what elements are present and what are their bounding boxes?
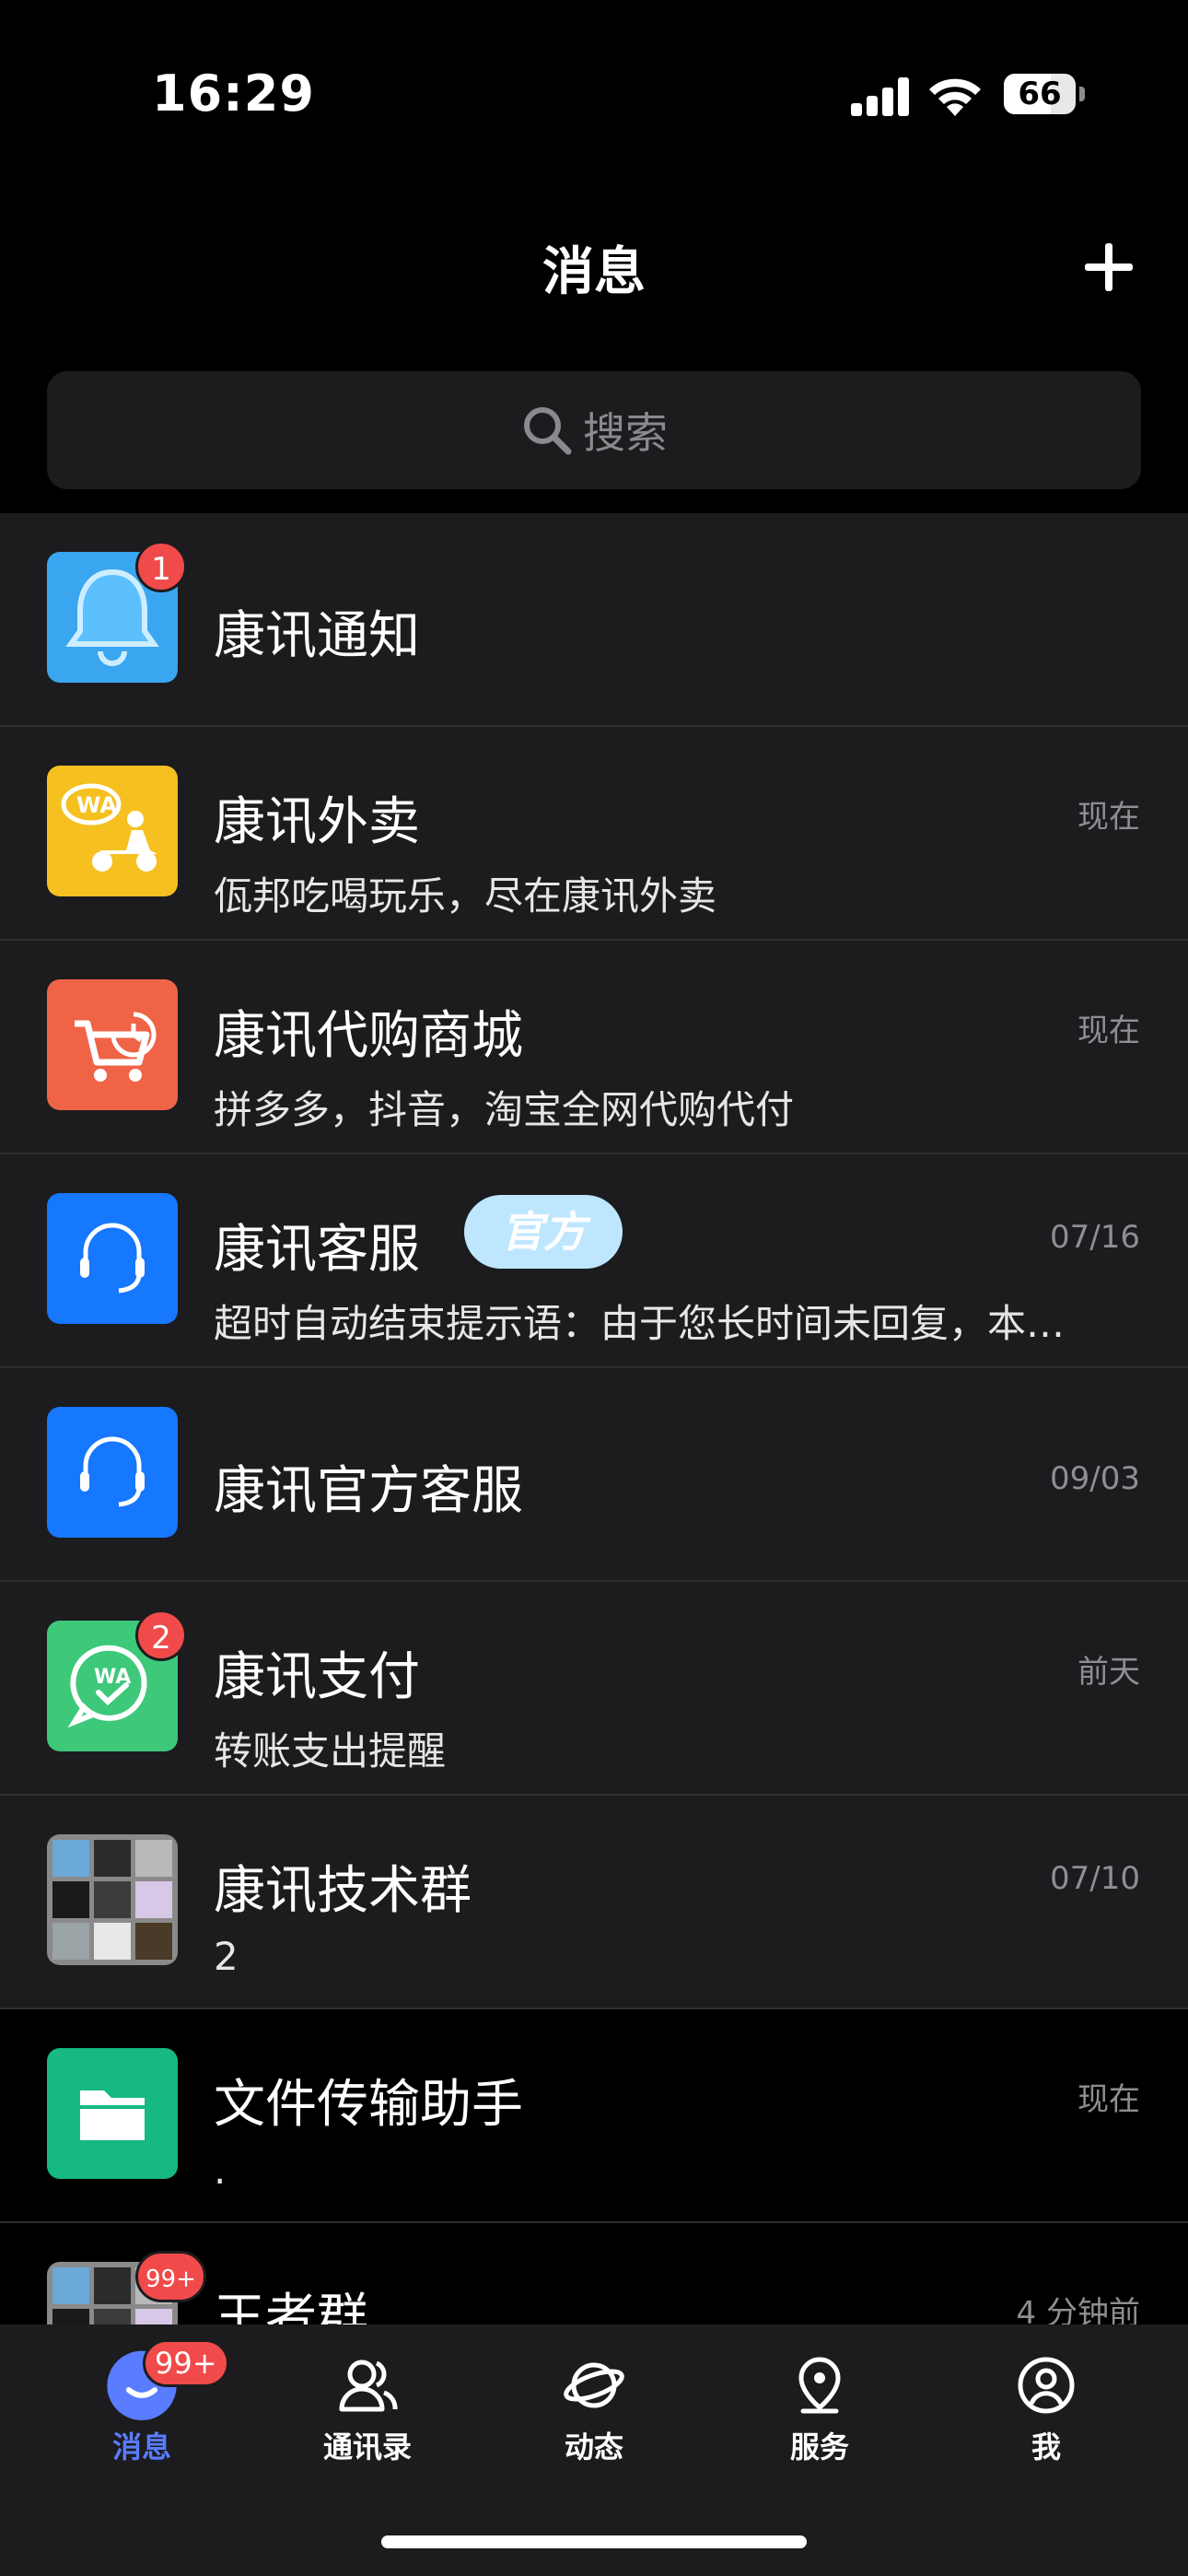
search-icon [524,407,572,455]
conversation-item[interactable]: 康讯技术群 2 07/10 [0,1796,1188,2009]
folder-icon [47,2048,178,2179]
tab-contacts[interactable]: 通讯录 [249,2324,486,2472]
bell-icon: 1 [47,541,187,683]
conversation-preview: 转账支出提醒 [214,1728,447,1774]
conversation-item[interactable]: 1 康讯通知 [0,513,1188,727]
conversation-item[interactable]: WA 2 康讯支付 转账支出提醒 前天 [0,1582,1188,1796]
home-indicator[interactable] [381,2535,807,2548]
conversation-preview: . [214,2148,227,2193]
official-tag-label: 官方 [501,1207,586,1257]
conversation-name: 康讯官方客服 [214,1461,523,1521]
conversation-name: 康讯通知 [214,606,420,666]
wifi-icon [929,78,981,116]
conversation-preview: 拼多多，抖音，淘宝全网代购代付 [214,1087,795,1132]
battery-level: 66 [1018,76,1062,112]
tab-label: 通讯录 [322,2430,412,2465]
tab-messages[interactable]: 99+ 消息 [23,2324,261,2472]
conversation-name: 康讯支付 [214,1647,420,1707]
svg-text:WA: WA [76,792,117,818]
conversation-name: 文件传输助手 [214,2075,523,2135]
conversation-preview: 佤邦吃喝玩乐，尽在康讯外卖 [214,873,717,919]
group-avatar-icon: 99+ [47,2251,206,2324]
conversation-item[interactable]: WA 康讯外卖 佤邦吃喝玩乐，尽在康讯外卖 现在 [0,727,1188,941]
conversation-item[interactable]: 康讯客服 官方 超时自动结束提示语：由于您长时间未回复，本… 07/16 [0,1154,1188,1368]
conversation-item[interactable]: 99+ 王者群 4 分钟前 [0,2223,1188,2324]
search-bar[interactable]: 搜索 [47,371,1141,489]
conversation-preview: 超时自动结束提示语：由于您长时间未回复，本… [214,1301,1066,1346]
conversation-name: 康讯技术群 [214,1861,472,1921]
headset-icon [47,1407,178,1538]
contacts-icon [339,2359,398,2412]
tab-moments[interactable]: 动态 [475,2324,713,2472]
cellular-signal-icon [851,77,910,116]
unread-badge: 1 [135,541,187,592]
shopping-cart-icon [47,979,178,1110]
conversation-time: 4 分钟前 [1016,2295,1140,2324]
conversation-time: 07/10 [1050,1860,1140,1897]
tab-services[interactable]: 服务 [701,2324,938,2472]
unread-badge: 2 [135,1610,187,1661]
conversation-item[interactable]: 文件传输助手 . 现在 [0,2009,1188,2223]
delivery-scooter-icon: WA [47,766,178,896]
status-time: 16:29 [152,64,315,123]
payment-check-icon: WA 2 [47,1610,187,1751]
profile-icon [1018,2357,1075,2414]
conversation-list[interactable]: 1 康讯通知 WA 康讯外卖 佤邦吃喝玩乐，尽在康讯外卖 现在 康讯代购商城 拼… [0,513,1188,2324]
planet-icon [564,2362,624,2408]
tab-label: 我 [1031,2430,1061,2465]
conversation-name: 康讯客服 [214,1220,420,1280]
tab-label: 动态 [564,2430,623,2465]
unread-badge: 99+ [135,2251,206,2302]
unread-badge: 99+ [143,2339,229,2387]
battery-icon: 66 [1004,74,1085,114]
conversation-name: 王者群 [214,2289,368,2324]
conversation-time: 现在 [1077,2081,1140,2118]
conversation-name: 康讯代购商城 [214,1006,523,1066]
status-bar: 16:29 66 [0,0,1188,184]
conversation-preview: 2 [214,1934,239,1979]
conversation-item[interactable]: 康讯官方客服 09/03 [0,1368,1188,1582]
page-title: 消息 [542,242,646,302]
location-pin-icon [798,2357,841,2414]
tab-label: 消息 [111,2430,171,2465]
group-avatar-icon [47,1834,178,1965]
conversation-time: 现在 [1077,1013,1140,1049]
official-tag: 官方 [464,1195,623,1269]
headset-icon [47,1193,178,1324]
tab-label: 服务 [789,2430,849,2465]
conversation-time: 现在 [1077,799,1140,836]
conversation-item[interactable]: 康讯代购商城 拼多多，抖音，淘宝全网代购代付 现在 [0,941,1188,1154]
conversation-time: 07/16 [1050,1219,1140,1256]
tab-me[interactable]: 我 [927,2324,1165,2472]
conversation-time: 前天 [1077,1654,1140,1691]
plus-icon[interactable] [1079,238,1138,297]
conversation-time: 09/03 [1050,1460,1140,1497]
conversation-name: 康讯外卖 [214,792,420,852]
search-placeholder: 搜索 [583,408,668,458]
